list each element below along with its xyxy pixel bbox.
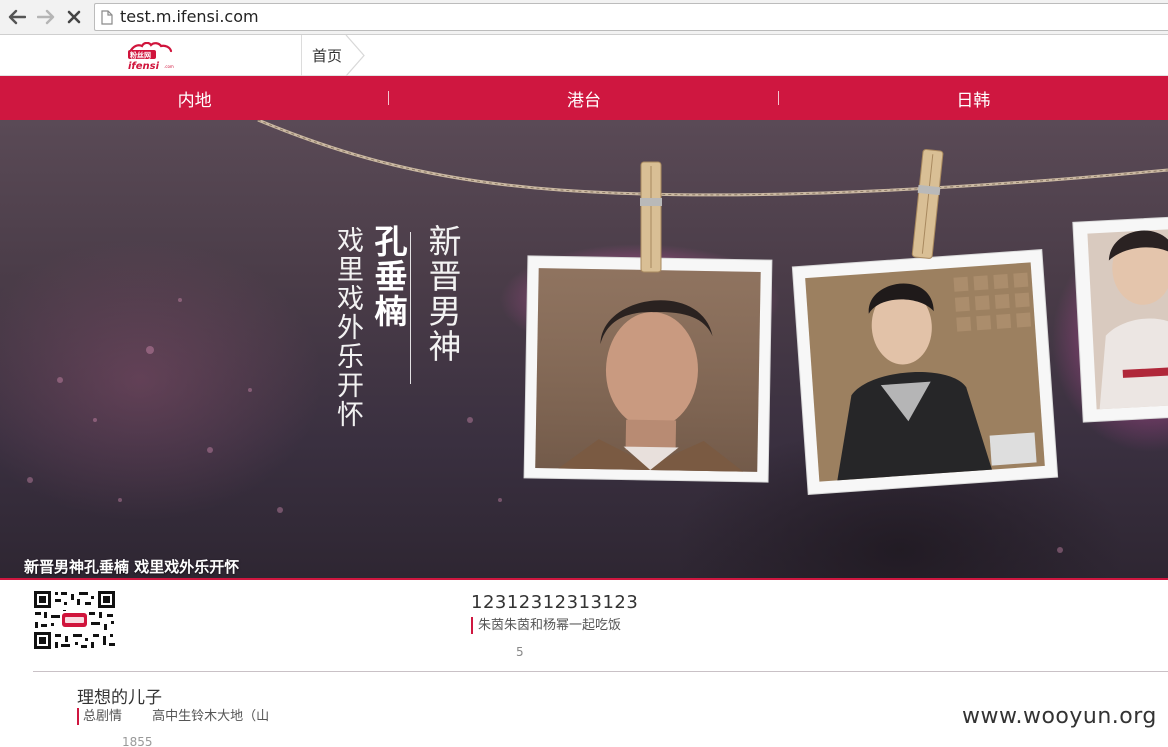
- url-text[interactable]: test.m.ifensi.com: [120, 7, 259, 27]
- breadcrumb-arrow-icon: [345, 35, 365, 76]
- list-item-count: 1855: [122, 735, 153, 747]
- nav-item-label: 日韩: [956, 90, 991, 111]
- forward-arrow-icon[interactable]: [34, 5, 58, 29]
- browser-toolbar: test.m.ifensi.com: [0, 0, 1168, 35]
- list-item-count: 5: [516, 645, 524, 659]
- nav-item-label: 内地: [177, 90, 212, 111]
- nav-item-label: 港台: [566, 90, 601, 111]
- hero-banner[interactable]: 戏里戏外乐开怀 孔垂楠 新晋男神 新晋男神孔垂楠 戏里戏外乐开怀: [0, 120, 1168, 579]
- banner-vertical-divider: [410, 232, 411, 384]
- banner-caption[interactable]: 新晋男神孔垂楠 戏里戏外乐开怀: [24, 556, 239, 577]
- watermark-text: www.wooyun.org: [962, 704, 1157, 729]
- address-bar[interactable]: test.m.ifensi.com: [94, 3, 1168, 31]
- list-item-title[interactable]: 理想的儿子: [77, 683, 162, 708]
- clothespin-2: [911, 149, 944, 259]
- list-item-desc: 朱茵朱茵和杨幂一起吃饭: [471, 617, 621, 634]
- banner-photo-1: [523, 255, 773, 483]
- back-arrow-icon[interactable]: [5, 5, 29, 29]
- nav-item-hk-taiwan[interactable]: 港台: [389, 76, 779, 120]
- list-item-meta: 总剧情 高中生铃木大地（山: [77, 708, 269, 725]
- banner-vertical-name: 孔垂楠: [369, 224, 408, 329]
- svg-text:.com: .com: [164, 64, 174, 69]
- list-divider: [33, 671, 1168, 672]
- banner-bottom-line: [0, 578, 1168, 580]
- site-header: 粉丝网 ifensi .com 首页: [0, 35, 1168, 76]
- header-divider: [301, 35, 302, 76]
- list-item-desc: 高中生铃木大地（山: [152, 709, 270, 724]
- stop-loading-icon[interactable]: [62, 5, 86, 29]
- svg-text:ifensi: ifensi: [128, 61, 160, 70]
- ifensi-logo[interactable]: 粉丝网 ifensi .com: [126, 41, 176, 72]
- nav-item-mainland[interactable]: 内地: [0, 76, 390, 120]
- list-item-tag: 总剧情: [83, 709, 123, 724]
- nav-item-japan-korea[interactable]: 日韩: [779, 76, 1168, 120]
- category-nav: 内地 港台 日韩: [0, 76, 1168, 120]
- qr-code: [33, 590, 116, 650]
- breadcrumb-home[interactable]: 首页: [312, 46, 342, 66]
- page-icon: [101, 10, 113, 25]
- list-item-title[interactable]: 12312312313123: [471, 592, 638, 613]
- banner-vertical-subtitle: 戏里戏外乐开怀: [332, 226, 363, 429]
- banner-photo-3: [1072, 216, 1168, 423]
- banner-photo-2: [791, 249, 1059, 495]
- clothespin-1: [640, 161, 662, 273]
- svg-text:粉丝网: 粉丝网: [130, 51, 151, 60]
- banner-vertical-title: 新晋男神: [423, 224, 462, 364]
- banner-artwork: [27, 120, 1168, 553]
